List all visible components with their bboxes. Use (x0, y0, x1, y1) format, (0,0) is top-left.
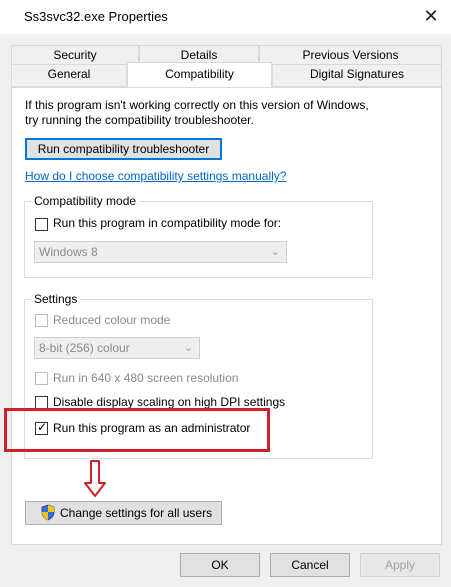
help-link[interactable]: How do I choose compatibility settings m… (25, 169, 286, 183)
close-icon[interactable]: ✕ (420, 4, 442, 28)
intro-text-line1: If this program isn't working correctly … (25, 98, 369, 112)
run-troubleshooter-button[interactable]: Run compatibility troubleshooter (25, 138, 222, 160)
chevron-down-icon: ⌄ (183, 342, 193, 354)
window-title: Ss3svc32.exe Properties (24, 9, 168, 24)
tab-security[interactable]: Security (11, 45, 139, 64)
colour-select-value: 8-bit (256) colour (39, 341, 130, 355)
tab-digital-signatures[interactable]: Digital Signatures (272, 64, 442, 87)
os-select[interactable]: Windows 8 ⌄ (34, 241, 287, 263)
resolution-label: Run in 640 x 480 screen resolution (53, 371, 239, 385)
tab-label: Digital Signatures (309, 67, 405, 81)
tab-label: Details (180, 48, 218, 62)
title-bar: Ss3svc32.exe Properties ✕ (0, 0, 451, 34)
tab-previous-versions[interactable]: Previous Versions (259, 45, 442, 64)
compatibility-mode-legend: Compatibility mode (31, 194, 140, 208)
tab-label: General (47, 67, 91, 81)
highlight-box (4, 408, 270, 452)
tab-compatibility[interactable]: Compatibility (127, 62, 272, 87)
tab-label: Security (53, 48, 97, 62)
intro-text-line2: try running the compatibility troublesho… (25, 113, 254, 127)
shield-icon (41, 504, 55, 521)
settings-legend: Settings (31, 292, 81, 306)
dpi-scaling-label: Disable display scaling on high DPI sett… (53, 395, 286, 409)
reduced-colour-checkbox[interactable] (35, 314, 48, 327)
reduced-colour-label: Reduced colour mode (53, 313, 171, 327)
tab-label: Previous Versions (302, 48, 399, 62)
compatibility-mode-group (24, 201, 373, 278)
compat-mode-checkbox[interactable] (35, 218, 48, 231)
ok-button[interactable]: OK (180, 553, 260, 577)
chevron-down-icon: ⌄ (270, 246, 280, 258)
apply-button[interactable]: Apply (360, 553, 440, 577)
tab-label: Compatibility (165, 67, 234, 81)
os-select-value: Windows 8 (39, 245, 98, 259)
resolution-checkbox[interactable] (35, 372, 48, 385)
cancel-button[interactable]: Cancel (270, 553, 350, 577)
colour-select[interactable]: 8-bit (256) colour ⌄ (34, 337, 200, 359)
down-arrow-icon (84, 460, 106, 497)
compat-mode-label: Run this program in compatibility mode f… (53, 216, 282, 230)
button-label: Change settings for all users (60, 506, 213, 520)
tab-general[interactable]: General (11, 64, 127, 87)
